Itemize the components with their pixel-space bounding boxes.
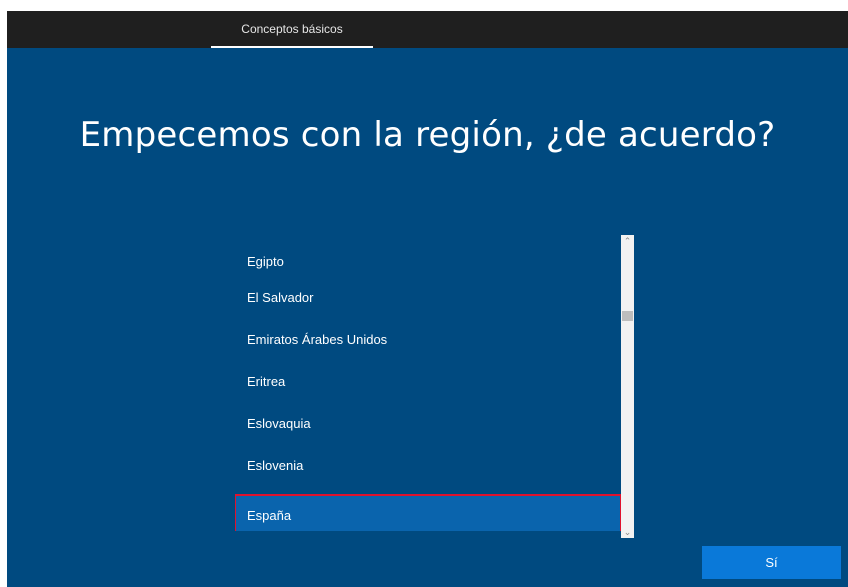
region-list[interactable]: Egipto El Salvador Emiratos Árabes Unido… [235,239,621,531]
tab-active-indicator [211,46,373,48]
list-item-emiratos[interactable]: Emiratos Árabes Unidos [235,319,621,361]
top-bar: Conceptos básicos [7,11,848,48]
page-title: Empecemos con la región, ¿de acuerdo? [79,115,776,155]
setup-window: Conceptos básicos Empecemos con la regió… [7,11,848,587]
chevron-down-icon[interactable]: ⌄ [621,526,634,538]
chevron-up-icon[interactable]: ⌃ [621,235,634,247]
list-item-eritrea[interactable]: Eritrea [235,361,621,403]
list-item-el-salvador[interactable]: El Salvador [235,277,621,319]
yes-button[interactable]: Sí [702,546,841,579]
list-item-egipto[interactable]: Egipto [235,239,621,277]
tab-conceptos-basicos[interactable]: Conceptos básicos [211,11,373,48]
list-item-eslovaquia[interactable]: Eslovaquia [235,403,621,445]
list-scrollbar[interactable]: ⌃ ⌄ [621,235,634,538]
list-item-eslovenia[interactable]: Eslovenia [235,445,621,487]
tab-label: Conceptos básicos [241,22,343,36]
list-item-espana-selected[interactable]: España [235,494,621,531]
scrollbar-thumb[interactable] [622,311,633,321]
